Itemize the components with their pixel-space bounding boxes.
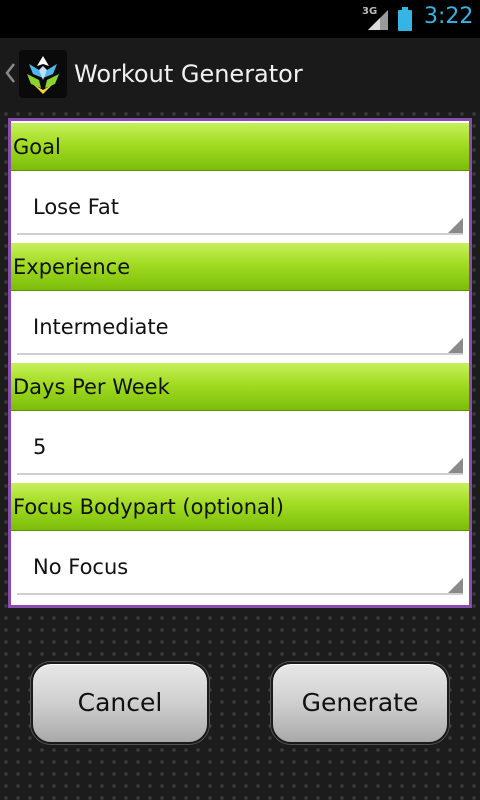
dropdown-arrow-icon: [448, 338, 463, 353]
focus-bodypart-header: Focus Bodypart (optional): [11, 483, 469, 531]
days-per-week-header: Days Per Week: [11, 363, 469, 411]
cancel-button[interactable]: Cancel: [31, 662, 209, 744]
signal-strength-icon: [368, 10, 388, 30]
experience-header: Experience: [11, 243, 469, 291]
spinner-underline: [17, 473, 463, 475]
battery-icon: [398, 7, 412, 31]
focus-bodypart-value: No Focus: [33, 555, 129, 579]
dropdown-arrow-icon: [448, 458, 463, 473]
spinner-underline: [17, 353, 463, 355]
goal-value: Lose Fat: [33, 195, 119, 219]
workout-form: Goal Lose Fat Experience Intermediate Da…: [8, 118, 472, 608]
app-logo-icon[interactable]: [19, 50, 67, 98]
dropdown-arrow-icon: [448, 578, 463, 593]
goal-spinner[interactable]: Lose Fat: [11, 171, 469, 241]
page-title: Workout Generator: [74, 60, 303, 88]
days-per-week-value: 5: [33, 435, 47, 459]
goal-header: Goal: [11, 123, 469, 171]
experience-value: Intermediate: [33, 315, 169, 339]
days-per-week-spinner[interactable]: 5: [11, 411, 469, 481]
status-bar: 3G 3:22: [0, 0, 480, 38]
dropdown-arrow-icon: [448, 218, 463, 233]
action-bar: Workout Generator: [0, 38, 480, 112]
experience-spinner[interactable]: Intermediate: [11, 291, 469, 361]
spinner-underline: [17, 233, 463, 235]
focus-bodypart-spinner[interactable]: No Focus: [11, 531, 469, 601]
generate-button[interactable]: Generate: [271, 662, 449, 744]
clock: 3:22: [424, 4, 474, 29]
chevron-left-icon[interactable]: [4, 62, 16, 84]
spinner-underline: [17, 593, 463, 595]
